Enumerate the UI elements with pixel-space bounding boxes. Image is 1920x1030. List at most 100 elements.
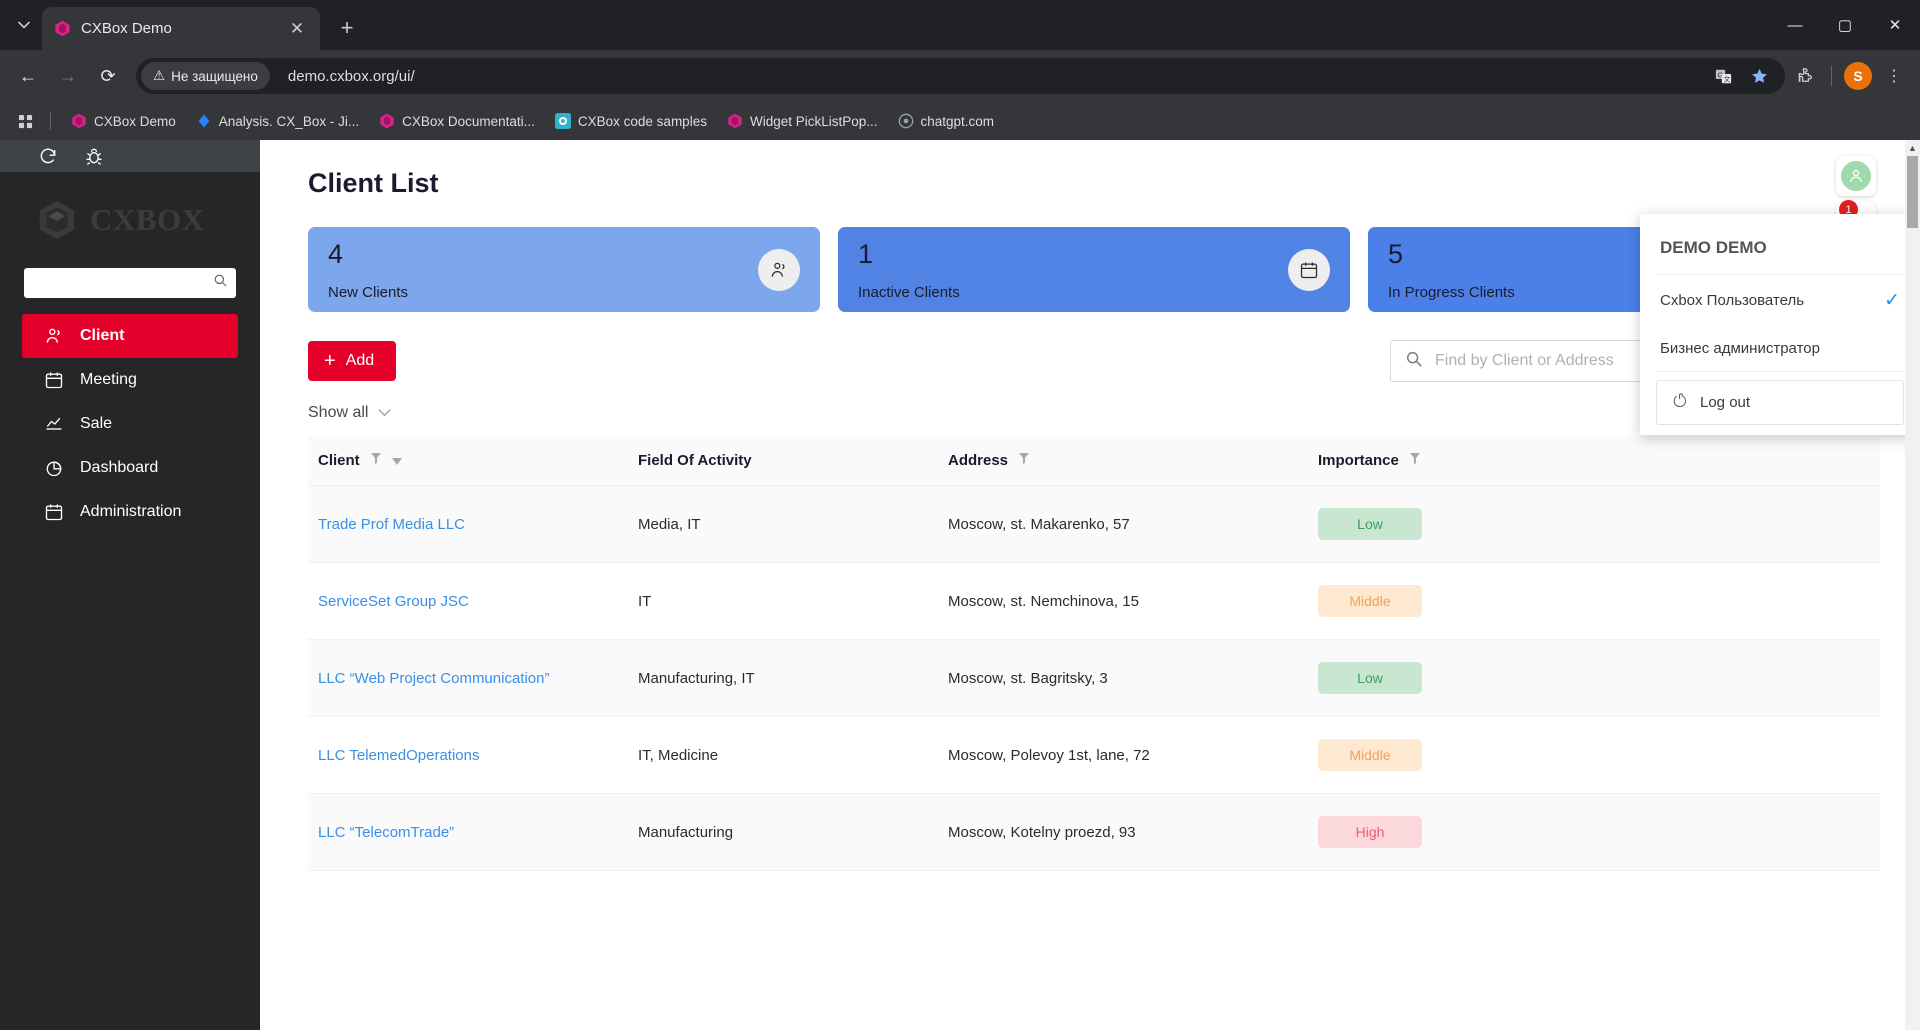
client-link[interactable]: LLC “Web Project Communication”	[318, 670, 549, 687]
sidebar-item-client[interactable]: Client	[22, 314, 238, 358]
jira-icon	[196, 113, 212, 129]
scrollbar-thumb[interactable]	[1907, 156, 1918, 228]
logout-icon	[1671, 392, 1688, 413]
table-row[interactable]: LLC “Web Project Communication” Manufact…	[308, 639, 1880, 717]
cxbox-logo-icon	[54, 20, 71, 37]
profile-avatar[interactable]: S	[1842, 60, 1874, 92]
openai-icon	[898, 113, 914, 129]
bookmark-item[interactable]: Widget PickListPop...	[719, 109, 886, 133]
filter-icon[interactable]	[1018, 452, 1030, 469]
cell-importance: Middle	[1308, 562, 1880, 640]
security-status-badge[interactable]: ⚠ Не защищено	[141, 62, 270, 90]
scroll-up-icon[interactable]: ▲	[1905, 140, 1920, 156]
bookmark-label: chatgpt.com	[920, 113, 995, 129]
column-header-importance[interactable]: Importance	[1308, 436, 1880, 486]
user-menu-role-admin[interactable]: Бизнес администратор	[1640, 326, 1920, 371]
apps-grid-icon[interactable]	[12, 108, 38, 134]
address-bar[interactable]: ⚠ Не защищено demo.cxbox.org/ui/ G文	[136, 58, 1785, 94]
column-header-client[interactable]: Client	[308, 436, 628, 486]
sidebar-item-sale[interactable]: Sale	[22, 402, 238, 446]
cell-activity: IT, Medicine	[628, 716, 938, 794]
maximize-icon[interactable]: ▢	[1820, 0, 1870, 50]
sidebar-item-meeting[interactable]: Meeting	[22, 358, 238, 402]
table-row[interactable]: Trade Prof Media LLC Media, IT Moscow, s…	[308, 485, 1880, 563]
svg-text:文: 文	[1723, 74, 1730, 83]
search-icon	[1405, 350, 1423, 373]
bookmark-item[interactable]: CXBox Documentati...	[371, 109, 543, 133]
status-badge: Low	[1318, 662, 1422, 694]
cxbox-logo-icon	[379, 113, 395, 129]
filter-icon[interactable]	[1409, 452, 1421, 469]
chart-line-icon	[44, 414, 64, 434]
table-row[interactable]: LLC “TelecomTrade” Manufacturing Moscow,…	[308, 793, 1880, 871]
bookmark-label: CXBox Documentati...	[402, 113, 535, 129]
menu-divider	[1656, 371, 1904, 372]
browser-tab[interactable]: CXBox Demo ✕	[42, 7, 320, 50]
url-text: demo.cxbox.org/ui/	[287, 67, 415, 85]
add-button[interactable]: + Add	[308, 341, 397, 381]
translate-icon[interactable]: G文	[1707, 60, 1739, 92]
cell-importance: Middle	[1308, 716, 1880, 794]
column-header-field-of-activity[interactable]: Field Of Activity	[628, 436, 938, 486]
chrome-menu-icon[interactable]: ⋮	[1878, 60, 1910, 92]
search-icon[interactable]	[213, 273, 228, 293]
avatar[interactable]	[1836, 156, 1876, 196]
bookmark-item[interactable]: CXBox Demo	[63, 109, 184, 133]
filter-icon[interactable]	[370, 452, 382, 469]
pie-chart-icon	[44, 458, 64, 478]
client-link[interactable]: ServiceSet Group JSC	[318, 593, 469, 610]
sidebar-item-administration[interactable]: Administration	[22, 490, 238, 534]
status-badge: Low	[1318, 508, 1422, 540]
window-controls: — ▢ ✕	[1770, 0, 1920, 50]
refresh-icon[interactable]	[38, 146, 58, 166]
tab-strip: CXBox Demo ✕ + — ▢ ✕	[0, 0, 1920, 50]
cxbox-logo-icon	[71, 113, 87, 129]
user-menu-title: DEMO DEMO	[1660, 238, 1767, 257]
client-link[interactable]: LLC “TelecomTrade”	[318, 824, 454, 841]
column-header-address[interactable]: Address	[938, 436, 1308, 486]
table-row[interactable]: LLC TelemedOperations IT, Medicine Mosco…	[308, 716, 1880, 794]
bookmark-label: CXBox code samples	[577, 113, 707, 129]
extensions-icon[interactable]	[1789, 60, 1821, 92]
sidebar-item-dashboard[interactable]: Dashboard	[22, 446, 238, 490]
vertical-scrollbar[interactable]: ▲	[1905, 140, 1920, 1030]
kpi-value: 4	[328, 239, 344, 269]
bookmark-item[interactable]: chatgpt.com	[890, 109, 1003, 133]
sidebar-search[interactable]	[24, 268, 236, 298]
bookmark-item[interactable]: Analysis. CX_Box - Ji...	[188, 109, 367, 133]
status-badge: Middle	[1318, 585, 1422, 617]
forward-icon[interactable]: →	[50, 58, 86, 94]
sidebar-search-input[interactable]	[32, 275, 213, 291]
client-link[interactable]: LLC TelemedOperations	[318, 747, 479, 764]
cell-address: Moscow, st. Makarenko, 57	[938, 485, 1308, 563]
close-icon[interactable]: ✕	[286, 18, 308, 40]
bookmark-label: Widget PickListPop...	[749, 113, 878, 129]
kpi-card-inactive-clients[interactable]: 1 Inactive Clients	[838, 227, 1350, 312]
app-logo[interactable]: CXBOX	[0, 172, 260, 268]
sort-icon[interactable]	[391, 452, 402, 469]
logout-button[interactable]: Log out	[1656, 380, 1904, 425]
sidebar-item-label: Sale	[80, 415, 113, 432]
bookmark-star-icon[interactable]	[1743, 60, 1775, 92]
sidebar-item-label: Meeting	[80, 371, 137, 388]
kpi-card-new-clients[interactable]: 4 New Clients	[308, 227, 820, 312]
cell-address: Moscow, st. Nemchinova, 15	[938, 562, 1308, 640]
cell-address: Moscow, Polevoy 1st, lane, 72	[938, 716, 1308, 794]
user-menu-role-cxbox[interactable]: Cxbox Пользователь ✓	[1640, 275, 1920, 326]
back-icon[interactable]: ←	[10, 58, 46, 94]
page-title: Client List	[308, 168, 439, 198]
chevron-down-icon	[378, 404, 392, 422]
warning-icon: ⚠	[153, 68, 166, 83]
brand-name: CXBOX	[90, 202, 205, 237]
new-tab-button[interactable]: +	[330, 11, 364, 45]
window-close-icon[interactable]: ✕	[1870, 0, 1920, 50]
tab-search-icon[interactable]	[6, 7, 42, 43]
client-link[interactable]: Trade Prof Media LLC	[318, 516, 465, 533]
bug-icon[interactable]	[84, 146, 104, 166]
minimize-icon[interactable]: —	[1770, 0, 1820, 50]
cell-client: LLC “Web Project Communication”	[308, 639, 628, 717]
table-row[interactable]: ServiceSet Group JSC IT Moscow, st. Nemc…	[308, 562, 1880, 640]
table-head: Client Field Of Activity Address Importa…	[308, 436, 1880, 486]
bookmark-item[interactable]: CXBox code samples	[547, 109, 715, 133]
reload-icon[interactable]: ⟳	[90, 58, 126, 94]
